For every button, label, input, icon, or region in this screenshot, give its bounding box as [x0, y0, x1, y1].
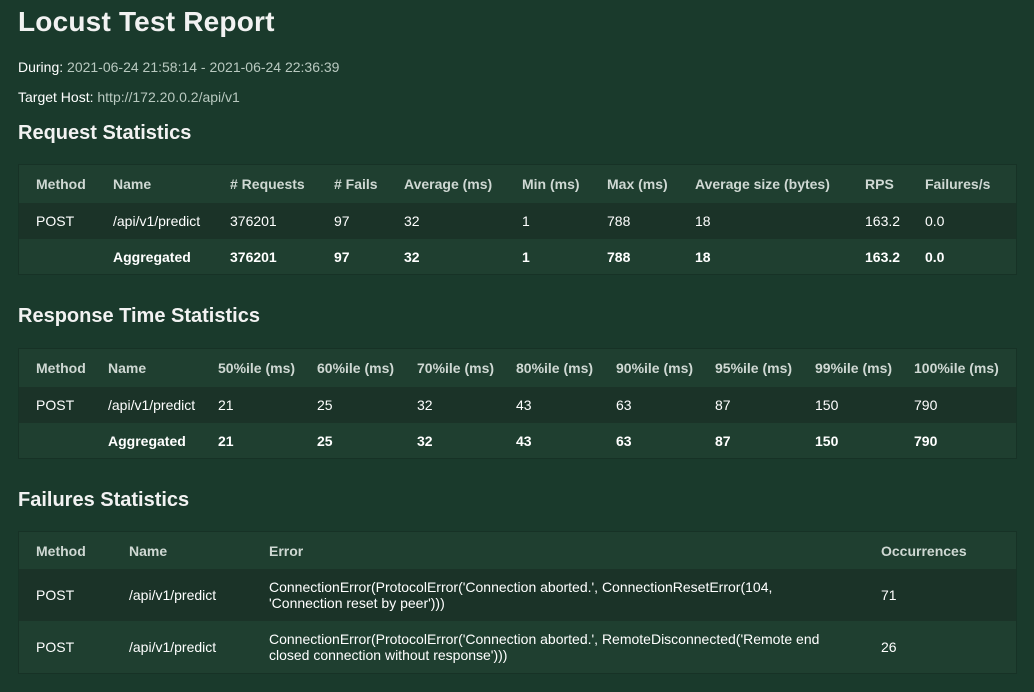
cell-p95: 87: [715, 433, 731, 449]
host-label: Target Host:: [18, 89, 94, 105]
cell-avg-size: 18: [695, 249, 711, 265]
col-p95: 95%ile (ms): [715, 360, 793, 376]
cell-max: 788: [590, 203, 678, 239]
cell-p70: 32: [417, 433, 433, 449]
table-row: POST /api/v1/predict 21 25 32 43 63 87 1…: [19, 387, 1016, 423]
col-requests: # Requests: [230, 176, 305, 192]
table-row: POST /api/v1/predict ConnectionError(Pro…: [19, 621, 1016, 673]
cell-p100: 790: [914, 433, 938, 449]
col-p60: 60%ile (ms): [317, 360, 395, 376]
cell-error: ConnectionError(ProtocolError('Connectio…: [252, 621, 864, 673]
col-fails: # Fails: [334, 176, 378, 192]
cell-rps: 163.2: [848, 203, 908, 239]
cell-p95: 87: [698, 387, 798, 423]
cell-p100: 790: [897, 387, 1016, 423]
col-p100: 100%ile (ms): [914, 360, 999, 376]
cell-method: POST: [19, 203, 96, 239]
cell-p50: 21: [218, 433, 234, 449]
cell-fails: 97: [317, 203, 387, 239]
cell-error: ConnectionError(ProtocolError('Connectio…: [252, 569, 864, 621]
col-p99: 99%ile (ms): [815, 360, 893, 376]
page-title: Locust Test Report: [18, 6, 275, 37]
col-avg-size: Average size (bytes): [695, 176, 830, 192]
cell-fails: 97: [334, 249, 350, 265]
col-rps: RPS: [865, 176, 894, 192]
col-name: Name: [108, 360, 147, 376]
cell-p70: 32: [400, 387, 499, 423]
cell-p80: 43: [516, 433, 532, 449]
test-duration: During: 2021-06-24 21:58:14 - 2021-06-24…: [18, 59, 339, 75]
cell-average: 32: [404, 249, 420, 265]
col-name: Name: [113, 176, 152, 192]
aggregated-row: Aggregated 376201 97 32 1 788 18 163.2 0…: [19, 239, 1016, 275]
cell-failures-per-s: 0.0: [908, 203, 1016, 239]
cell-method: POST: [19, 621, 112, 673]
cell-p90: 63: [599, 387, 698, 423]
during-label: During:: [18, 59, 64, 75]
cell-method: [19, 423, 91, 459]
col-error: Error: [269, 542, 304, 559]
during-value: 2021-06-24 21:58:14 - 2021-06-24 22:36:3…: [67, 59, 340, 75]
cell-method: POST: [19, 387, 91, 423]
failure-stats-panel: Method Name Error Occurrences POST /api/…: [18, 531, 1017, 674]
cell-p50: 21: [201, 387, 300, 423]
col-method: Method: [36, 360, 86, 376]
cell-name: /api/v1/predict: [112, 569, 252, 621]
aggregated-row: Aggregated 21 25 32 43 63 87 150 790: [19, 423, 1016, 459]
failure-stats-header-row: Method Name Error Occurrences: [19, 532, 1016, 569]
request-stats-header-row: Method Name # Requests # Fails Average (…: [19, 165, 1016, 203]
cell-p80: 43: [499, 387, 599, 423]
col-p90: 90%ile (ms): [616, 360, 694, 376]
failure-stats-table: Method Name Error Occurrences POST /api/…: [19, 532, 1016, 673]
cell-p60: 25: [317, 433, 333, 449]
response-stats-panel: Method Name 50%ile (ms) 60%ile (ms) 70%i…: [18, 348, 1017, 459]
cell-method: [19, 239, 96, 275]
col-p80: 80%ile (ms): [516, 360, 594, 376]
cell-failures-per-s: 0.0: [925, 249, 945, 265]
request-stats-heading: Request Statistics: [18, 122, 192, 144]
cell-occurrences: 71: [864, 569, 1016, 621]
cell-p60: 25: [300, 387, 400, 423]
cell-occurrences: 26: [864, 621, 1016, 673]
cell-name: Aggregated: [113, 249, 191, 265]
failure-stats-heading: Failures Statistics: [18, 489, 190, 511]
cell-method: POST: [19, 569, 112, 621]
cell-requests: 376201: [230, 249, 277, 265]
col-occurrences: Occurrences: [881, 542, 967, 559]
cell-name: /api/v1/predict: [91, 387, 201, 423]
col-method: Method: [36, 176, 86, 192]
response-stats-table: Method Name 50%ile (ms) 60%ile (ms) 70%i…: [19, 349, 1016, 459]
cell-average: 32: [387, 203, 505, 239]
col-p70: 70%ile (ms): [417, 360, 495, 376]
host-value: http://172.20.0.2/api/v1: [97, 89, 240, 105]
cell-name: /api/v1/predict: [96, 203, 213, 239]
col-failures-per-s: Failures/s: [925, 176, 991, 192]
table-row: POST /api/v1/predict 376201 97 32 1 788 …: [19, 203, 1016, 239]
target-host: Target Host: http://172.20.0.2/api/v1: [18, 89, 240, 105]
col-average: Average (ms): [404, 176, 493, 192]
cell-name: /api/v1/predict: [112, 621, 252, 673]
col-max: Max (ms): [607, 176, 668, 192]
cell-max: 788: [607, 249, 631, 265]
col-method: Method: [36, 542, 86, 559]
cell-name: Aggregated: [108, 433, 186, 449]
col-min: Min (ms): [522, 176, 580, 192]
col-name: Name: [129, 542, 168, 559]
cell-min: 1: [522, 249, 530, 265]
cell-min: 1: [505, 203, 590, 239]
request-stats-panel: Method Name # Requests # Fails Average (…: [18, 164, 1017, 275]
response-stats-header-row: Method Name 50%ile (ms) 60%ile (ms) 70%i…: [19, 349, 1016, 387]
request-stats-table: Method Name # Requests # Fails Average (…: [19, 165, 1016, 275]
cell-p90: 63: [616, 433, 632, 449]
cell-rps: 163.2: [865, 249, 901, 265]
cell-p99: 150: [815, 433, 839, 449]
cell-avg-size: 18: [678, 203, 848, 239]
col-p50: 50%ile (ms): [218, 360, 296, 376]
table-row: POST /api/v1/predict ConnectionError(Pro…: [19, 569, 1016, 621]
cell-p99: 150: [798, 387, 897, 423]
response-stats-heading: Response Time Statistics: [18, 305, 260, 327]
cell-requests: 376201: [213, 203, 317, 239]
